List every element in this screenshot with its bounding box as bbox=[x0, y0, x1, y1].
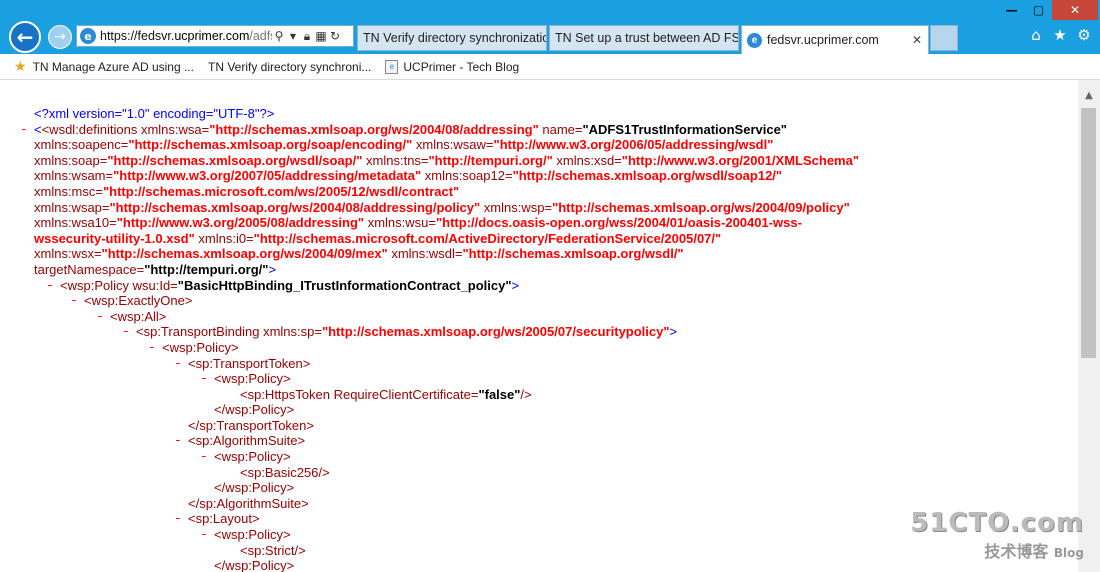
xml-line: </wsp:Policy> bbox=[214, 402, 295, 418]
minimize-button[interactable]: — bbox=[998, 0, 1025, 20]
watermark: 51CTO.com 技术博客 Blog bbox=[910, 508, 1084, 561]
window-controls: — ▢ ✕ bbox=[998, 0, 1098, 20]
back-arrow-icon: ← bbox=[16, 25, 34, 49]
xml-line: wssecurity-utility-1.0.xsd" xmlns:i0="ht… bbox=[34, 230, 722, 246]
xml-line: - <wsp:Policy> bbox=[200, 371, 291, 387]
tab-label: TN Verify directory synchronization bbox=[363, 31, 547, 45]
dropdown-icon[interactable]: ▾ bbox=[286, 29, 300, 43]
browser-tools: ⌂ ★ ⚙ bbox=[1028, 26, 1092, 44]
collapse-toggle[interactable]: - bbox=[174, 511, 182, 527]
tab-fedsvr[interactable]: e fedsvr.ucprimer.com ✕ bbox=[741, 25, 929, 54]
favorites-star-icon[interactable]: ★ bbox=[1052, 26, 1068, 44]
refresh-icon[interactable]: ↻ bbox=[328, 29, 342, 43]
xml-document: <?xml version="1.0" encoding="UTF-8"?> -… bbox=[18, 106, 1074, 572]
xml-line: <sp:Basic256/> bbox=[240, 464, 330, 480]
xml-line: xmlns:msc="http://schemas.microsoft.com/… bbox=[34, 183, 460, 199]
page-content: <?xml version="1.0" encoding="UTF-8"?> -… bbox=[0, 80, 1100, 572]
xml-line: xmlns:wsx="http://schemas.xmlsoap.org/ws… bbox=[34, 246, 684, 262]
xml-line: xmlns:soapenc="http://schemas.xmlsoap.or… bbox=[34, 137, 774, 153]
collapse-toggle[interactable]: - bbox=[46, 278, 54, 294]
collapse-toggle[interactable]: - bbox=[174, 356, 182, 372]
collapse-toggle[interactable]: - bbox=[200, 527, 208, 543]
collapse-toggle[interactable]: - bbox=[122, 324, 130, 340]
search-icon[interactable]: ⚲ bbox=[272, 29, 286, 43]
scroll-up-arrow-icon[interactable]: ▲ bbox=[1082, 90, 1096, 104]
forward-arrow-icon: → bbox=[54, 29, 66, 45]
xml-line: xmlns:wsam="http://www.w3.org/2007/05/ad… bbox=[34, 168, 783, 184]
home-icon[interactable]: ⌂ bbox=[1028, 26, 1044, 44]
address-bar[interactable]: e https://fedsvr.ucprimer.com/adfs... ⚲ … bbox=[76, 25, 354, 47]
xml-line: xmlns:wsap="http://schemas.xmlsoap.org/w… bbox=[34, 199, 850, 215]
xml-line: - <wsp:Policy> bbox=[148, 339, 239, 356]
new-tab-button[interactable] bbox=[930, 25, 958, 51]
back-button[interactable]: ← bbox=[9, 21, 41, 53]
xml-line: xmlns:wsa10="http://www.w3.org/2005/08/a… bbox=[34, 215, 802, 231]
ie-page-icon: e bbox=[80, 28, 96, 44]
collapse-toggle[interactable]: - bbox=[174, 433, 182, 449]
collapse-toggle[interactable]: - bbox=[96, 309, 104, 325]
add-favorites-star-icon[interactable]: ★ bbox=[14, 59, 27, 75]
ie-page-icon: e bbox=[747, 32, 762, 48]
close-button[interactable]: ✕ bbox=[1052, 0, 1098, 20]
favorites-bar: ★ TN Manage Azure AD using ... TN Verify… bbox=[0, 54, 1100, 80]
tab-label: TN Set up a trust between AD FS a... bbox=[555, 31, 739, 45]
tab-set-up-trust[interactable]: TN Set up a trust between AD FS a... bbox=[549, 25, 739, 51]
maximize-button[interactable]: ▢ bbox=[1025, 0, 1052, 20]
xml-line: - <sp:TransportBinding xmlns:sp="http://s… bbox=[122, 324, 678, 340]
xml-line: targetNamespace="http://tempuri.org/"> bbox=[34, 261, 277, 277]
close-tab-icon[interactable]: ✕ bbox=[912, 33, 922, 47]
settings-gear-icon[interactable]: ⚙ bbox=[1076, 26, 1092, 44]
page-icon: e bbox=[385, 59, 399, 74]
xml-line: - <sp:TransportToken> bbox=[174, 355, 311, 372]
browser-toolbar: ← → e https://fedsvr.ucprimer.com/adfs..… bbox=[0, 20, 1100, 54]
favorite-link[interactable]: e UCPrimer - Tech Blog bbox=[385, 59, 519, 74]
xml-line: </wsp:Policy> bbox=[214, 480, 295, 496]
xml-line: </sp:TransportToken> bbox=[188, 417, 314, 433]
favorite-link[interactable]: TN Verify directory synchroni... bbox=[208, 60, 371, 74]
xml-line: - <sp:AlgorithmSuite> bbox=[174, 433, 306, 449]
xml-line: - <wsp:Policy> bbox=[200, 449, 291, 465]
forward-button[interactable]: → bbox=[48, 25, 72, 49]
tab-verify-directory[interactable]: TN Verify directory synchronization bbox=[357, 25, 547, 51]
xml-line: - <wsp:Policy wsu:Id="BasicHttpBinding_IT… bbox=[46, 277, 520, 294]
url-text[interactable]: https://fedsvr.ucprimer.com/adfs... bbox=[100, 29, 272, 43]
xml-line: - <wsp:All> bbox=[96, 308, 167, 325]
collapse-toggle[interactable]: - bbox=[20, 122, 28, 138]
xml-line: - <<wsdl:definitions xmlns:wsa="http://sc… bbox=[20, 121, 787, 138]
scrollbar-thumb[interactable] bbox=[1081, 108, 1096, 358]
xml-declaration: <?xml version="1.0" encoding="UTF-8"?> bbox=[34, 106, 275, 121]
collapse-toggle[interactable]: - bbox=[148, 340, 156, 356]
collapse-toggle[interactable]: - bbox=[200, 449, 208, 465]
lock-icon[interactable]: 🔒︎ bbox=[300, 29, 314, 44]
xml-line: - <wsp:ExactlyOne> bbox=[70, 293, 193, 309]
collapse-toggle[interactable]: - bbox=[200, 371, 208, 387]
xml-line: <sp:HttpsToken RequireClientCertificate=… bbox=[240, 386, 532, 402]
vertical-scrollbar[interactable]: ▲ bbox=[1078, 80, 1100, 572]
collapse-toggle[interactable]: - bbox=[70, 293, 78, 309]
compatibility-icon[interactable]: ▦ bbox=[314, 29, 328, 43]
xml-line: xmlns:soap="http://schemas.xmlsoap.org/w… bbox=[34, 152, 860, 168]
tab-label: fedsvr.ucprimer.com bbox=[767, 33, 879, 47]
favorite-link[interactable]: TN Manage Azure AD using ... bbox=[33, 60, 194, 74]
